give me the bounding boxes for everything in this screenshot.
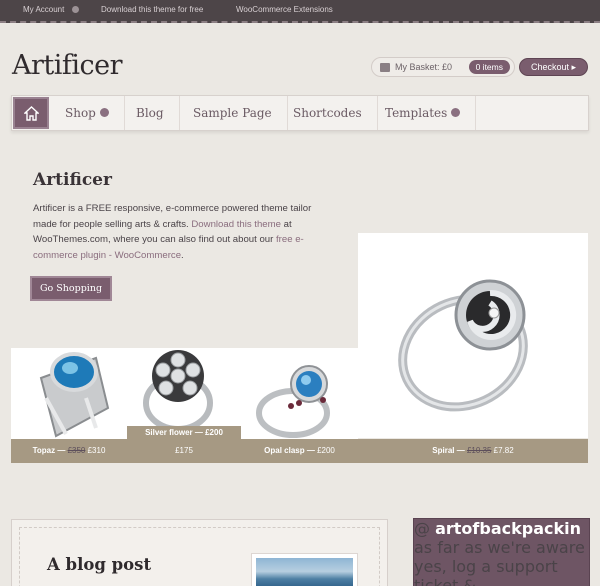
twitter-handle-link[interactable]: artofbackpackin [435, 519, 581, 538]
product-price: £310 [87, 446, 106, 455]
product-price: £200 [317, 446, 335, 455]
product-name: Opal clasp [264, 446, 305, 455]
tweet-text: @ artofbackpackin as far as we're aware … [413, 518, 590, 586]
landscape-image [256, 558, 353, 586]
basket[interactable]: My Basket: £0 0 items [371, 57, 515, 77]
product-image-spiral[interactable] [358, 233, 588, 438]
home-button[interactable] [13, 97, 49, 129]
feature-title: Artificer [33, 170, 112, 190]
nav-item-templates[interactable]: Templates [370, 96, 477, 130]
product-price: £7.82 [493, 446, 514, 455]
price-bar-topaz[interactable]: Topaz — £350 £310 [11, 439, 127, 463]
price-bar-opal-clasp[interactable]: Opal clasp — £200 [241, 439, 358, 463]
product-old-price: £350 [67, 446, 86, 455]
product-tag-silver-flower[interactable]: Silver flower — £200 [127, 426, 241, 439]
silver-flower-ring-image [143, 350, 213, 428]
tweet-body: as far as we're aware yes, log a support… [414, 538, 585, 586]
nav-item-label: Shortcodes [293, 106, 362, 120]
my-account-link[interactable]: My Account [23, 5, 64, 14]
woocommerce-extensions-link[interactable]: WooCommerce Extensions [236, 5, 333, 14]
go-shopping-button[interactable]: Go Shopping [30, 276, 112, 301]
nav-item-blog[interactable]: Blog [121, 96, 180, 130]
download-theme-link[interactable]: Download this theme for free [101, 5, 203, 14]
bullet-icon [72, 6, 79, 13]
nav-item-label: Templates [385, 106, 448, 120]
blog-post-thumbnail[interactable] [251, 553, 358, 586]
checkout-button[interactable]: Checkout ▸ [519, 58, 588, 76]
feature-text-part: . [181, 249, 184, 261]
price-bar-spiral[interactable]: Spiral — £10.35 £7.82 [358, 439, 588, 463]
spiral-ring-image [398, 279, 528, 412]
opal-clasp-ring-image [256, 365, 330, 438]
nav-item-label: Blog [136, 106, 164, 120]
nav-item-shortcodes[interactable]: Shortcodes [278, 96, 378, 130]
nav-item-label: Shop [65, 106, 96, 120]
blog-post-title[interactable]: A blog post [47, 555, 151, 574]
basket-total: My Basket: £0 [395, 62, 453, 72]
product-price: £175 [175, 446, 193, 455]
topaz-ring-image [39, 352, 110, 438]
main-nav: Shop Blog Sample Page Shortcodes Templat… [11, 95, 589, 131]
feature-text: Artificer is a FREE responsive, e-commer… [33, 201, 313, 263]
product-name: Topaz [32, 446, 56, 455]
basket-icon [380, 63, 390, 72]
nav-item-label: Sample Page [193, 106, 272, 120]
site-title[interactable]: Artificer [12, 50, 123, 81]
top-bar: My Account Download this theme for free … [0, 0, 600, 23]
product-old-price: £200 [205, 428, 223, 437]
price-bar-silver-flower[interactable]: £175 [127, 439, 241, 463]
nav-item-shop[interactable]: Shop [50, 96, 125, 130]
product-name: Spiral [432, 446, 455, 455]
home-icon [24, 106, 39, 121]
chevron-down-icon [99, 108, 109, 117]
chevron-down-icon [451, 108, 461, 117]
product-old-price: £10.35 [466, 446, 492, 455]
download-theme-inline-link[interactable]: Download this theme [191, 219, 281, 230]
product-name: Silver flower [145, 428, 193, 437]
basket-items-badge[interactable]: 0 items [468, 60, 510, 74]
nav-item-sample-page[interactable]: Sample Page [178, 96, 288, 130]
